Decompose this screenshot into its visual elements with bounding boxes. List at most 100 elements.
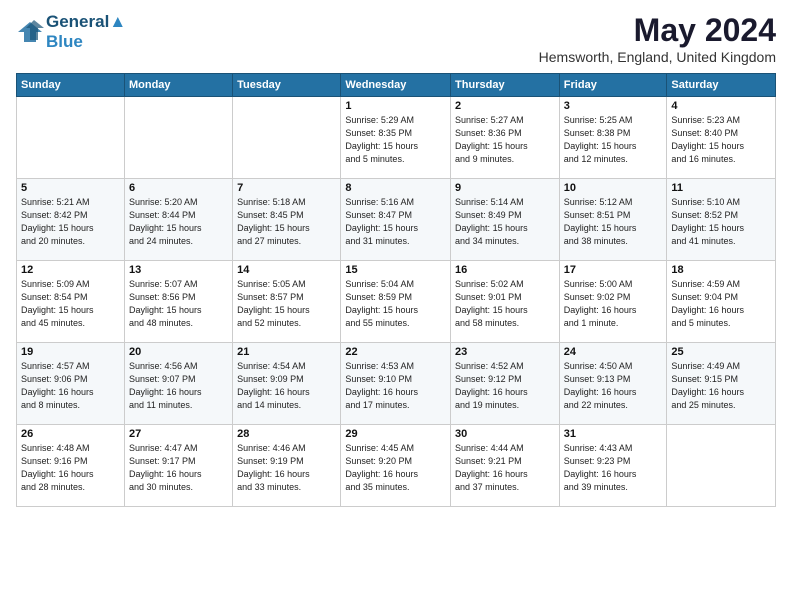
day-info: Sunrise: 5:25 AM Sunset: 8:38 PM Dayligh… [564, 114, 663, 166]
day-number: 1 [345, 100, 446, 112]
day-number: 29 [345, 428, 446, 440]
calendar-cell: 2Sunrise: 5:27 AM Sunset: 8:36 PM Daylig… [451, 97, 560, 179]
calendar-cell: 27 Sunrise: 4:47 AM Sunset: 9:17 PM Dayli… [124, 425, 232, 507]
calendar-cell: 5 Sunrise: 5:21 AM Sunset: 8:42 PM Daylig… [17, 179, 125, 261]
day-number: 21 [237, 346, 336, 358]
day-info: Sunrise: 5:05 AM Sunset: 8:57 PM Dayligh… [237, 278, 336, 330]
day-number: 14 [237, 264, 336, 276]
day-info: Sunrise: 5:07 AM Sunset: 8:56 PM Dayligh… [129, 278, 228, 330]
calendar-cell: 23 Sunrise: 4:52 AM Sunset: 9:12 PM Dayli… [451, 343, 560, 425]
calendar-cell: 31Sunrise: 4:43 AM Sunset: 9:23 PM Dayli… [559, 425, 667, 507]
day-number: 24 [564, 346, 663, 358]
day-number: 30 [455, 428, 555, 440]
page: General▲ Blue May 2024 Hemsworth, Englan… [0, 0, 792, 612]
calendar-cell: 13Sunrise: 5:07 AM Sunset: 8:56 PM Dayli… [124, 261, 232, 343]
day-info: Sunrise: 4:44 AM Sunset: 9:21 PM Dayligh… [455, 442, 555, 494]
calendar-cell: 17Sunrise: 5:00 AM Sunset: 9:02 PM Dayli… [559, 261, 667, 343]
day-number: 18 [671, 264, 771, 276]
calendar-cell: 8Sunrise: 5:16 AM Sunset: 8:47 PM Daylig… [341, 179, 451, 261]
calendar-week-2: 12Sunrise: 5:09 AM Sunset: 8:54 PM Dayli… [17, 261, 776, 343]
calendar-header-row: SundayMondayTuesdayWednesdayThursdayFrid… [17, 74, 776, 97]
day-number: 15 [345, 264, 446, 276]
calendar-table: SundayMondayTuesdayWednesdayThursdayFrid… [16, 73, 776, 507]
calendar-cell: 16 Sunrise: 5:02 AM Sunset: 9:01 PM Dayli… [451, 261, 560, 343]
calendar-header-monday: Monday [124, 74, 232, 97]
day-info: Sunrise: 5:18 AM Sunset: 8:45 PM Dayligh… [237, 196, 336, 248]
day-number: 4 [671, 100, 771, 112]
day-info: Sunrise: 5:14 AM Sunset: 8:49 PM Dayligh… [455, 196, 555, 248]
day-info: Sunrise: 4:52 AM Sunset: 9:12 PM Dayligh… [455, 360, 555, 412]
calendar-cell: 26 Sunrise: 4:48 AM Sunset: 9:16 PM Dayli… [17, 425, 125, 507]
day-info: Sunrise: 4:47 AM Sunset: 9:17 PM Dayligh… [129, 442, 228, 494]
calendar-week-3: 19 Sunrise: 4:57 AM Sunset: 9:06 PM Dayli… [17, 343, 776, 425]
day-info: Sunrise: 4:53 AM Sunset: 9:10 PM Dayligh… [345, 360, 446, 412]
title-block: May 2024 Hemsworth, England, United King… [539, 12, 776, 65]
day-number: 22 [345, 346, 446, 358]
calendar-week-0: 1 Sunrise: 5:29 AM Sunset: 8:35 PM Daylig… [17, 97, 776, 179]
day-info: Sunrise: 4:49 AM Sunset: 9:15 PM Dayligh… [671, 360, 771, 412]
day-info: Sunrise: 5:16 AM Sunset: 8:47 PM Dayligh… [345, 196, 446, 248]
calendar-cell: 9 Sunrise: 5:14 AM Sunset: 8:49 PM Daylig… [451, 179, 560, 261]
logo: General▲ Blue [16, 12, 126, 51]
calendar-cell: 6 Sunrise: 5:20 AM Sunset: 8:44 PM Daylig… [124, 179, 232, 261]
day-number: 5 [21, 182, 120, 194]
day-info: Sunrise: 5:20 AM Sunset: 8:44 PM Dayligh… [129, 196, 228, 248]
day-info: Sunrise: 5:29 AM Sunset: 8:35 PM Dayligh… [345, 114, 446, 166]
day-info: Sunrise: 5:23 AM Sunset: 8:40 PM Dayligh… [671, 114, 771, 166]
day-number: 23 [455, 346, 555, 358]
calendar-header-wednesday: Wednesday [341, 74, 451, 97]
day-info: Sunrise: 4:50 AM Sunset: 9:13 PM Dayligh… [564, 360, 663, 412]
day-info: Sunrise: 4:59 AM Sunset: 9:04 PM Dayligh… [671, 278, 771, 330]
header: General▲ Blue May 2024 Hemsworth, Englan… [16, 12, 776, 65]
day-info: Sunrise: 5:12 AM Sunset: 8:51 PM Dayligh… [564, 196, 663, 248]
calendar-cell: 1 Sunrise: 5:29 AM Sunset: 8:35 PM Daylig… [341, 97, 451, 179]
calendar-header-tuesday: Tuesday [233, 74, 341, 97]
day-info: Sunrise: 5:27 AM Sunset: 8:36 PM Dayligh… [455, 114, 555, 166]
day-number: 9 [455, 182, 555, 194]
calendar-cell [124, 97, 232, 179]
calendar-cell: 22 Sunrise: 4:53 AM Sunset: 9:10 PM Dayli… [341, 343, 451, 425]
calendar-cell: 10Sunrise: 5:12 AM Sunset: 8:51 PM Dayli… [559, 179, 667, 261]
day-number: 11 [671, 182, 771, 194]
calendar-cell [17, 97, 125, 179]
calendar-cell: 14 Sunrise: 5:05 AM Sunset: 8:57 PM Dayli… [233, 261, 341, 343]
calendar-cell: 29Sunrise: 4:45 AM Sunset: 9:20 PM Dayli… [341, 425, 451, 507]
day-info: Sunrise: 5:09 AM Sunset: 8:54 PM Dayligh… [21, 278, 120, 330]
calendar-cell: 25 Sunrise: 4:49 AM Sunset: 9:15 PM Dayli… [667, 343, 776, 425]
location: Hemsworth, England, United Kingdom [539, 49, 776, 65]
day-info: Sunrise: 5:10 AM Sunset: 8:52 PM Dayligh… [671, 196, 771, 248]
calendar-cell: 4 Sunrise: 5:23 AM Sunset: 8:40 PM Daylig… [667, 97, 776, 179]
day-number: 16 [455, 264, 555, 276]
calendar-header-thursday: Thursday [451, 74, 560, 97]
day-info: Sunrise: 5:02 AM Sunset: 9:01 PM Dayligh… [455, 278, 555, 330]
day-number: 25 [671, 346, 771, 358]
day-number: 26 [21, 428, 120, 440]
day-number: 17 [564, 264, 663, 276]
calendar-cell: 28Sunrise: 4:46 AM Sunset: 9:19 PM Dayli… [233, 425, 341, 507]
day-info: Sunrise: 5:21 AM Sunset: 8:42 PM Dayligh… [21, 196, 120, 248]
day-number: 3 [564, 100, 663, 112]
month-title: May 2024 [539, 12, 776, 49]
day-info: Sunrise: 4:48 AM Sunset: 9:16 PM Dayligh… [21, 442, 120, 494]
calendar-week-4: 26 Sunrise: 4:48 AM Sunset: 9:16 PM Dayli… [17, 425, 776, 507]
day-number: 20 [129, 346, 228, 358]
calendar-header-sunday: Sunday [17, 74, 125, 97]
logo-icon [16, 18, 44, 46]
calendar-cell: 21Sunrise: 4:54 AM Sunset: 9:09 PM Dayli… [233, 343, 341, 425]
day-number: 27 [129, 428, 228, 440]
day-number: 31 [564, 428, 663, 440]
calendar-cell: 20 Sunrise: 4:56 AM Sunset: 9:07 PM Dayli… [124, 343, 232, 425]
day-number: 7 [237, 182, 336, 194]
day-info: Sunrise: 4:57 AM Sunset: 9:06 PM Dayligh… [21, 360, 120, 412]
calendar-cell: 15Sunrise: 5:04 AM Sunset: 8:59 PM Dayli… [341, 261, 451, 343]
day-number: 6 [129, 182, 228, 194]
calendar-week-1: 5 Sunrise: 5:21 AM Sunset: 8:42 PM Daylig… [17, 179, 776, 261]
calendar-cell: 7 Sunrise: 5:18 AM Sunset: 8:45 PM Daylig… [233, 179, 341, 261]
calendar-header-saturday: Saturday [667, 74, 776, 97]
day-info: Sunrise: 4:56 AM Sunset: 9:07 PM Dayligh… [129, 360, 228, 412]
day-info: Sunrise: 4:46 AM Sunset: 9:19 PM Dayligh… [237, 442, 336, 494]
calendar-cell: 12Sunrise: 5:09 AM Sunset: 8:54 PM Dayli… [17, 261, 125, 343]
logo-text: General▲ Blue [46, 12, 126, 51]
calendar-header-friday: Friday [559, 74, 667, 97]
day-number: 19 [21, 346, 120, 358]
